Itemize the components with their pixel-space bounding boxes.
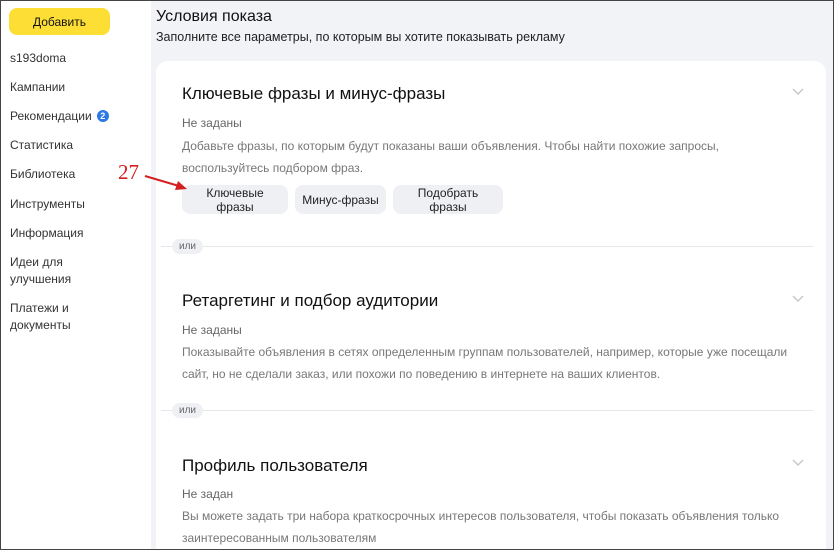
sidebar-item-account[interactable]: s193doma [10, 50, 145, 67]
notification-badge: 2 [96, 110, 109, 122]
section-title-retargeting: Ретаргетинг и подбор аудитории [182, 291, 439, 310]
sidebar-item-ideas[interactable]: Идеи для улучшения [10, 254, 90, 288]
sidebar-item-information[interactable]: Информация [10, 225, 145, 242]
add-button[interactable]: Добавить [9, 8, 110, 35]
page-title: Условия показа [156, 8, 272, 25]
sidebar-item-label: Статистика [10, 138, 74, 152]
sidebar-item-payments[interactable]: Платежи и документы [10, 300, 82, 334]
app-window: Добавить s193doma Кампании Рекомендации 2… [0, 0, 834, 550]
section-description-user-profile: Вы можете задать три набора краткосрочны… [182, 509, 780, 545]
chevron-down-icon[interactable] [791, 294, 805, 304]
section-description-keywords: Добавьте фразы, по которым будут показан… [182, 139, 719, 175]
sidebar-item-tools[interactable]: Инструменты [10, 196, 145, 213]
divider [161, 246, 813, 247]
sidebar: Добавить s193doma Кампании Рекомендации 2… [1, 1, 151, 549]
sidebar-item-label: Инструменты [10, 197, 85, 211]
section-status-retargeting: Не заданы [182, 323, 242, 337]
chevron-down-icon[interactable] [791, 87, 805, 97]
minus-phrases-button[interactable]: Минус-фразы [295, 185, 386, 214]
sidebar-item-label: Кампании [10, 80, 66, 94]
divider [161, 410, 813, 411]
section-status-user-profile: Не задан [182, 487, 234, 501]
sidebar-item-label: Рекомендации [10, 109, 92, 123]
sidebar-item-campaigns[interactable]: Кампании [10, 79, 145, 96]
keywords-button[interactable]: Ключевые фразы [182, 185, 288, 214]
chevron-down-icon[interactable] [791, 458, 805, 468]
section-status-keywords: Не заданы [182, 116, 242, 130]
arrow-icon [144, 175, 187, 190]
sidebar-item-label: s193doma [10, 51, 67, 65]
sidebar-item-label: Идеи для улучшения [10, 255, 72, 286]
sidebar-item-label: Информация [10, 226, 84, 240]
page-subtitle: Заполните все параметры, по которым вы х… [156, 30, 565, 44]
annotation-number: 27 [118, 160, 139, 184]
or-separator: или [172, 403, 204, 418]
or-separator: или [172, 239, 204, 254]
section-title-keywords: Ключевые фразы и минус-фразы [182, 84, 446, 103]
sidebar-item-recommendations[interactable]: Рекомендации 2 [10, 108, 145, 125]
pick-phrases-button[interactable]: Подобрать фразы [393, 185, 503, 214]
section-description-retargeting: Показывайте объявления в сетях определен… [182, 345, 788, 381]
sidebar-item-statistics[interactable]: Статистика [10, 137, 145, 154]
sidebar-item-label: Платежи и документы [10, 301, 71, 332]
sidebar-item-label: Библиотека [10, 167, 76, 181]
section-title-user-profile: Профиль пользователя [182, 456, 368, 475]
